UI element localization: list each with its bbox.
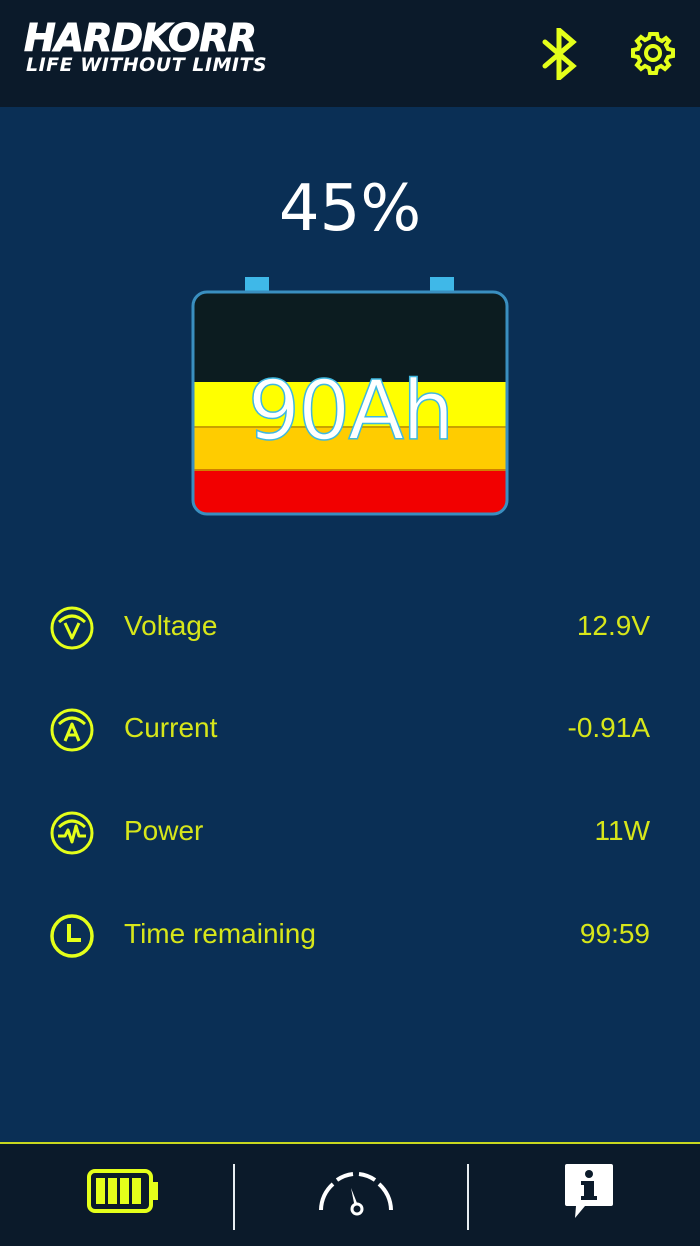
- brand-logo: HARDKORR LIFE WITHOUT LIMITS: [24, 10, 324, 90]
- brand-tagline: LIFE WITHOUT LIMITS: [26, 54, 268, 76]
- battery-capacity: 90Ah: [247, 363, 455, 460]
- metric-label: Power: [124, 815, 204, 846]
- metric-voltage: Voltage 12.9V: [0, 600, 700, 660]
- metric-current: Current -0.91A: [0, 702, 700, 762]
- battery-tab[interactable]: [0, 1144, 233, 1244]
- metric-label: Voltage: [124, 610, 218, 641]
- bottom-tab-bar: [0, 1142, 700, 1246]
- info-tab[interactable]: [469, 1144, 700, 1244]
- info-icon: [565, 1164, 613, 1218]
- metric-value: 11W: [594, 815, 651, 846]
- metric-value: 99:59: [579, 918, 650, 949]
- current-icon: [48, 706, 96, 754]
- bluetooth-icon[interactable]: [537, 24, 581, 84]
- battery-icon: [87, 1169, 158, 1213]
- clock-icon: [48, 912, 96, 960]
- metric-power: Power 11W: [0, 805, 700, 865]
- metric-label: Current: [124, 712, 218, 743]
- power-icon: [48, 809, 96, 857]
- voltage-icon: [48, 604, 96, 652]
- gauge-icon: [319, 1172, 393, 1216]
- metric-label: Time remaining: [124, 918, 316, 949]
- app-header: HARDKORR LIFE WITHOUT LIMITS: [0, 0, 700, 107]
- metric-value: 12.9V: [576, 610, 650, 641]
- metric-value: -0.91A: [567, 712, 651, 743]
- state-of-charge: 45%: [278, 172, 422, 246]
- metric-time-remaining: Time remaining 99:59: [0, 908, 700, 968]
- gear-icon[interactable]: [630, 30, 676, 76]
- gauge-tab[interactable]: [235, 1144, 468, 1244]
